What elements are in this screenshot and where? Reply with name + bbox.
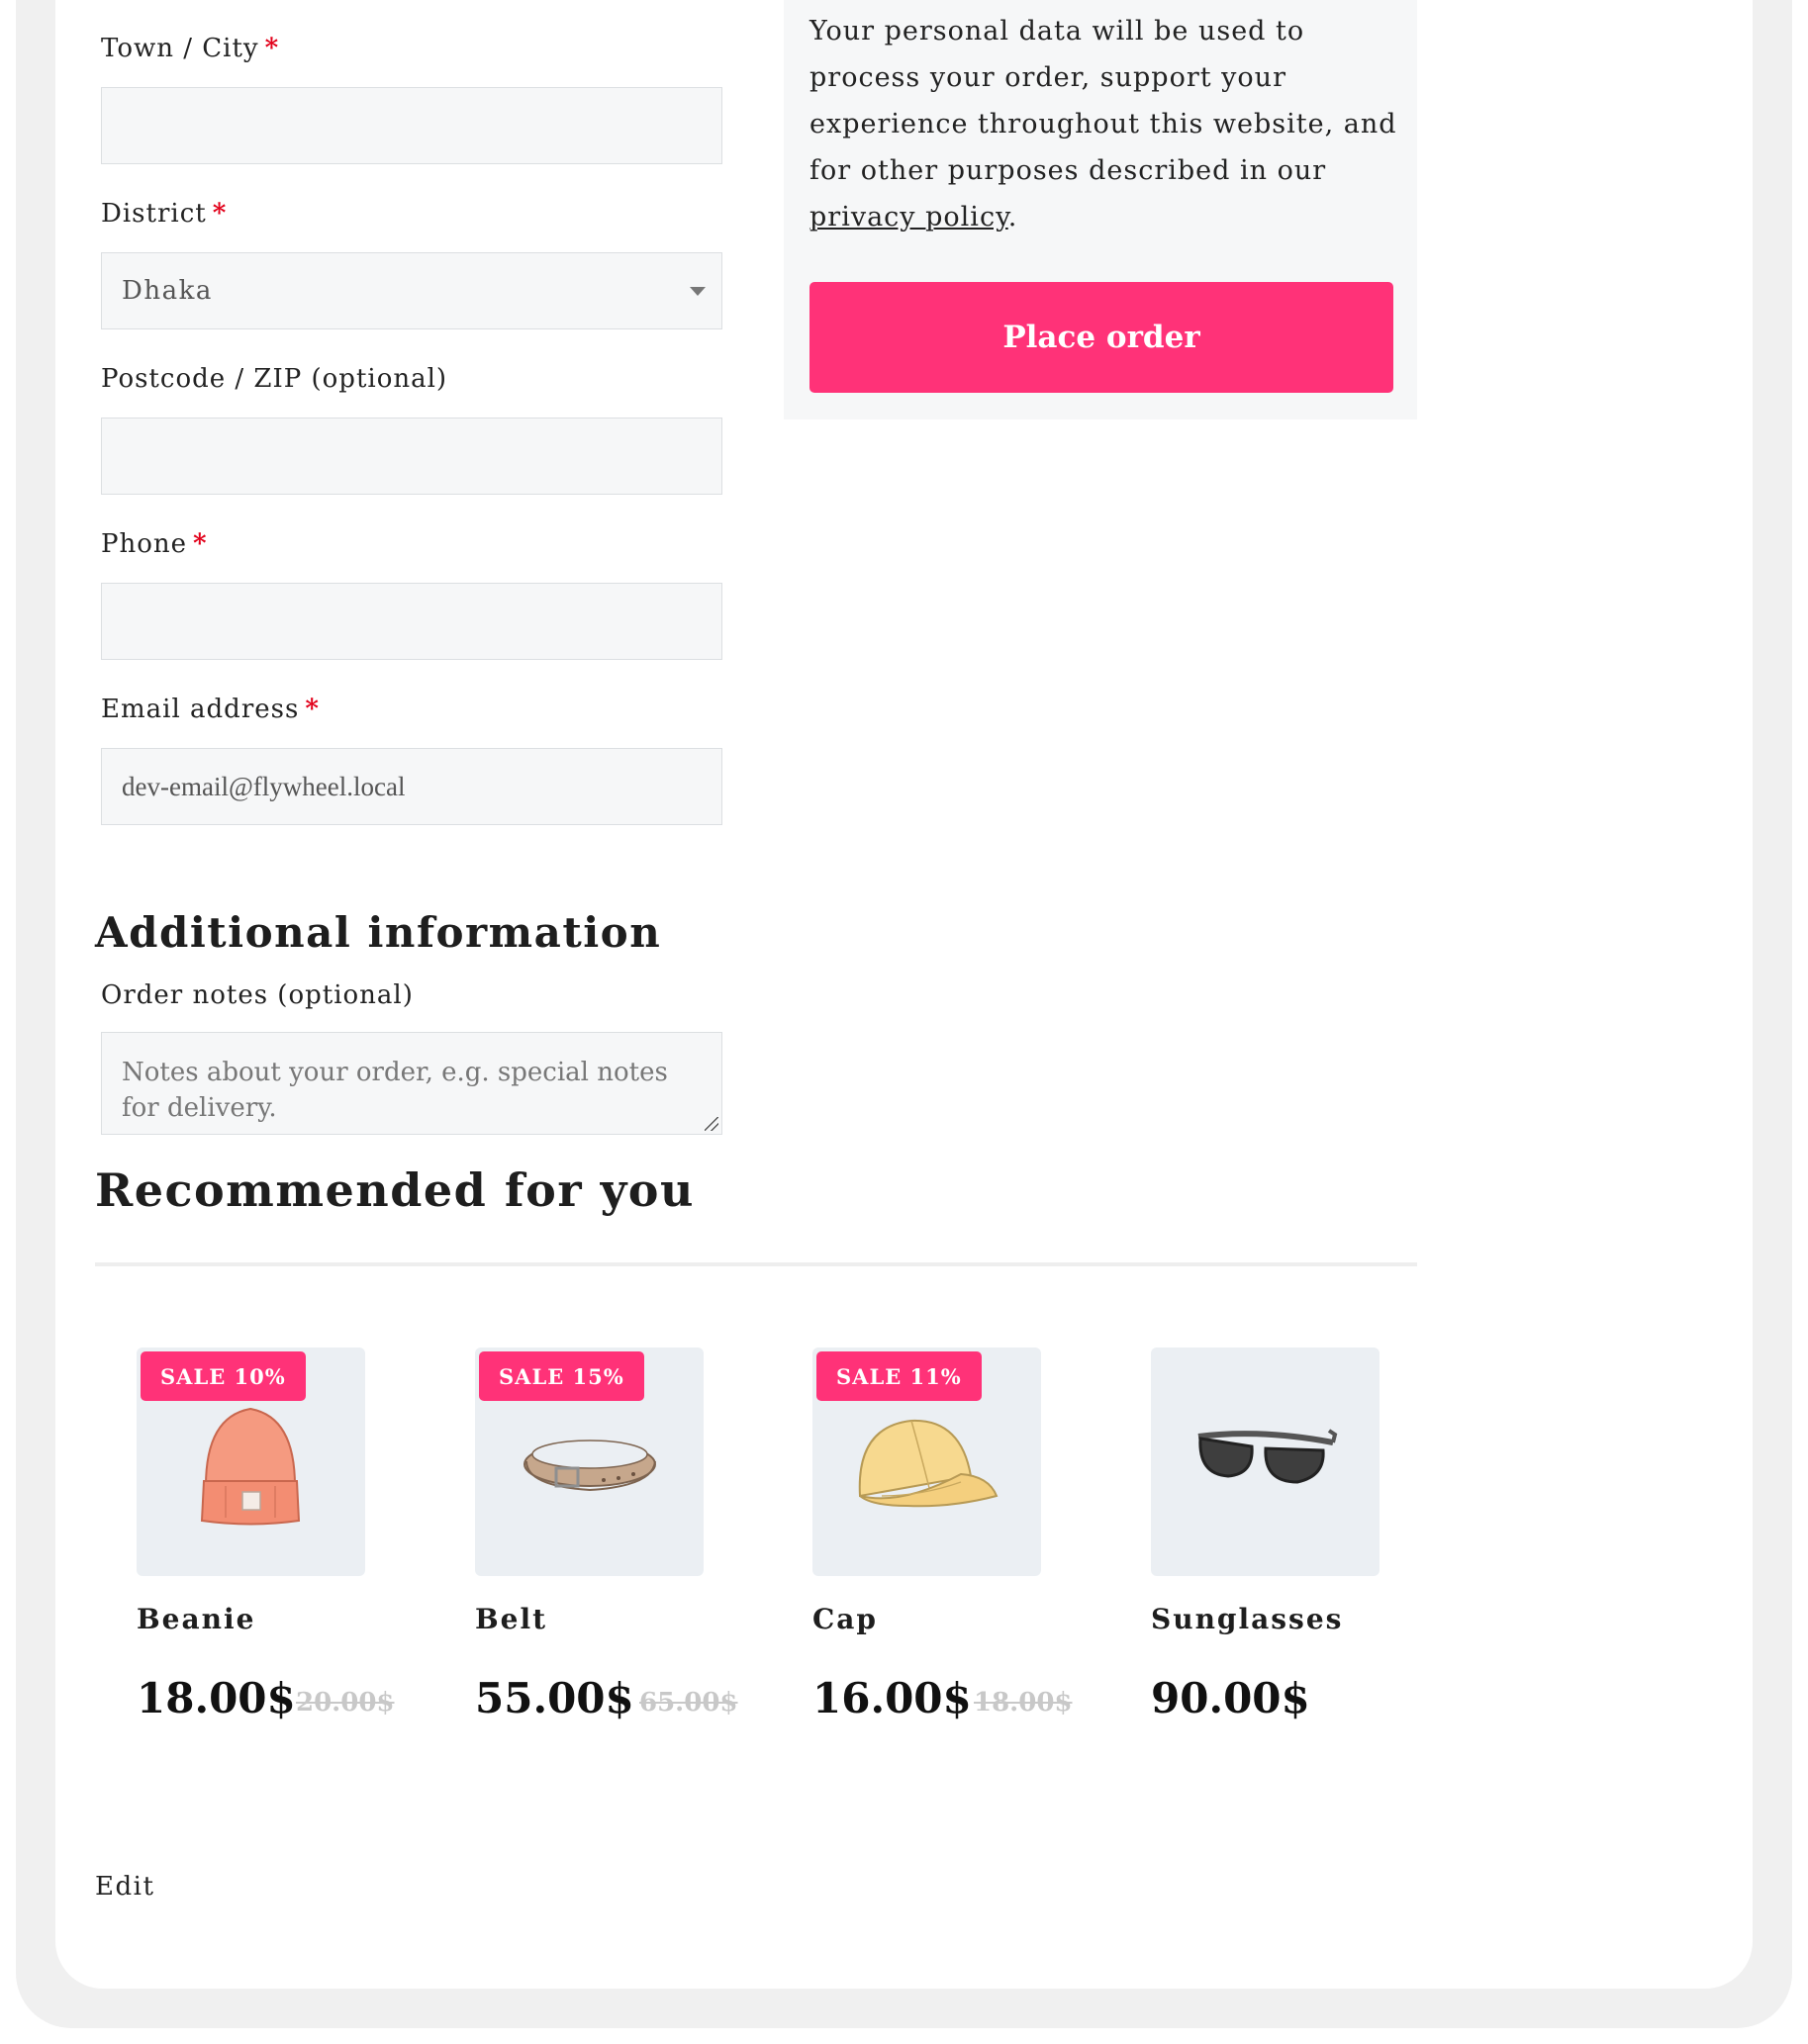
order-notes-placeholder: Notes about your order, e.g. special not… (122, 1058, 668, 1123)
product-name[interactable]: Cap (812, 1603, 878, 1635)
sunglasses-icon (1197, 1429, 1338, 1484)
product-price: 16.00$ (812, 1674, 972, 1722)
postcode-input[interactable] (101, 418, 722, 495)
required-mark: * (193, 529, 208, 559)
product-old-price: 65.00$ (639, 1688, 738, 1718)
product-thumbnail[interactable]: SALE 15% (475, 1347, 704, 1576)
product-old-price: 20.00$ (296, 1688, 395, 1718)
product-name[interactable]: Beanie (137, 1603, 255, 1635)
district-label: District * (101, 199, 228, 229)
product-thumbnail[interactable] (1151, 1347, 1380, 1576)
postcode-label: Postcode / ZIP (optional) (101, 364, 448, 394)
district-select-value: Dhaka (122, 276, 213, 306)
product-price: 55.00$ (475, 1674, 634, 1722)
required-mark: * (305, 695, 320, 724)
edit-link[interactable]: Edit (95, 1872, 154, 1902)
privacy-policy-link[interactable]: privacy policy (809, 202, 1008, 232)
product-thumbnail[interactable]: SALE 10% (137, 1347, 365, 1576)
product-price: 18.00$ (137, 1674, 296, 1722)
email-input[interactable]: dev-email@flywheel.local (101, 748, 722, 825)
product-thumbnail[interactable]: SALE 11% (812, 1347, 1041, 1576)
phone-label: Phone * (101, 529, 208, 559)
required-mark: * (212, 199, 228, 229)
sale-badge: SALE 10% (141, 1351, 306, 1401)
section-divider (95, 1262, 1417, 1266)
chevron-down-icon (690, 287, 706, 296)
order-notes-label: Order notes (optional) (101, 980, 414, 1010)
privacy-notice: Your personal data will be used to proce… (809, 16, 1397, 232)
phone-input[interactable] (101, 583, 722, 660)
recommended-heading: Recommended for you (95, 1163, 695, 1217)
product-name[interactable]: Belt (475, 1603, 547, 1635)
sale-badge: SALE 11% (816, 1351, 982, 1401)
email-label: Email address * (101, 695, 320, 724)
sale-badge: SALE 15% (479, 1351, 644, 1401)
resize-handle-icon[interactable] (705, 1117, 718, 1131)
place-order-button[interactable]: Place order (809, 282, 1393, 393)
required-mark: * (264, 34, 280, 63)
product-price: 90.00$ (1151, 1674, 1310, 1722)
additional-info-heading: Additional information (95, 908, 662, 957)
order-notes-textarea[interactable]: Notes about your order, e.g. special not… (101, 1032, 722, 1135)
town-label: Town / City * (101, 34, 280, 63)
product-old-price: 18.00$ (974, 1688, 1073, 1718)
product-name[interactable]: Sunglasses (1151, 1603, 1343, 1635)
town-input[interactable] (101, 87, 722, 164)
district-select[interactable]: Dhaka (101, 252, 722, 329)
